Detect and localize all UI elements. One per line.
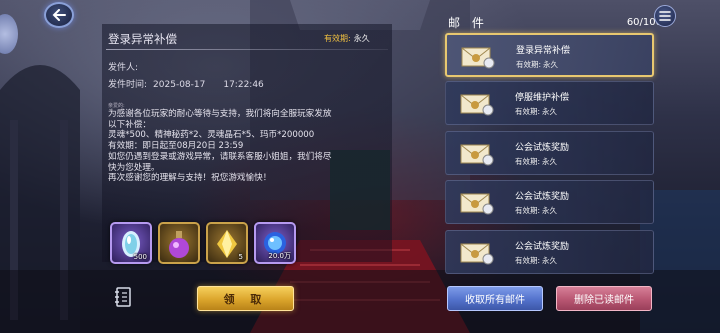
back-arrow-icon	[52, 9, 66, 21]
body-line: 如您仍遇到登录或游戏异常，请联系客服小姐姐，我们将尽	[108, 151, 332, 162]
mail-expiry: 有效期: 永久	[516, 59, 558, 70]
mail-greeting: 亲爱的:	[108, 103, 125, 109]
expiry-value: 永久	[542, 107, 558, 116]
claim-button[interactable]: 领 取	[197, 286, 294, 311]
mail-expiry: 有效期: 永久	[515, 106, 557, 117]
mail-subject: 停服维护补偿	[515, 93, 570, 103]
menu-icon	[659, 11, 671, 21]
mail-subject: 公会试炼奖励	[515, 192, 570, 202]
expiry-label: 有效期:	[516, 60, 542, 69]
reward-item-soul-crystal[interactable]: 500	[110, 222, 152, 264]
mail-list-item[interactable]: 停服维护补偿 有效期: 永久	[445, 81, 654, 125]
envelope-icon	[460, 144, 494, 166]
envelope-icon	[460, 243, 494, 265]
mail-list-item[interactable]: 公会试炼奖励 有效期: 永久	[445, 180, 654, 224]
mail-header: 邮 件 60/100	[448, 12, 662, 32]
title-divider	[106, 49, 388, 50]
expiry-label: 有效期:	[515, 206, 541, 215]
expiry-value: 永久	[543, 60, 559, 69]
expiry-label: 有效期:	[515, 107, 541, 116]
mail-subject: 公会试炼奖励	[515, 242, 570, 252]
reward-items: 500 5 20.0万	[110, 222, 296, 264]
send-date: 2025-08-17	[153, 80, 206, 90]
sender-label: 发件人:	[108, 63, 139, 73]
mail-list-item[interactable]: 公会试炼奖励 有效期: 永久	[445, 131, 654, 175]
reward-qty: 500	[133, 253, 147, 261]
mail-subject: 登录异常补偿	[516, 46, 571, 56]
soul-gem-icon	[217, 230, 237, 258]
mail-body: 为感谢各位玩家的耐心等待与支持，我们将向全服玩家发放 以下补偿： 灵魂*500、…	[108, 109, 398, 184]
mail-expiry: 有效期: 永久	[515, 205, 557, 216]
body-line: 灵魂*500、精神秘药*2、灵魂晶石*5、玛币*200000	[108, 130, 315, 141]
delete-read-mail-button[interactable]: 删除已读邮件	[556, 286, 652, 311]
mail-detail-title: 登录异常补偿	[108, 32, 177, 46]
body-line: 有效期：即日起至08月20日 23:59	[108, 141, 244, 152]
reward-item-ma-coin[interactable]: 20.0万	[254, 222, 296, 264]
reward-item-spirit-potion[interactable]	[158, 222, 200, 264]
reward-item-soul-gem[interactable]: 5	[206, 222, 248, 264]
envelope-icon	[460, 193, 494, 215]
body-line: 快为您处理。	[108, 162, 160, 173]
envelope-icon	[460, 94, 494, 116]
mail-title: 邮 件	[448, 15, 488, 30]
body-line: 为感谢各位玩家的耐心等待与支持，我们将向全服玩家发放	[108, 109, 332, 119]
claim-all-mail-button[interactable]: 收取所有邮件	[447, 286, 543, 311]
notebook-icon[interactable]	[114, 287, 132, 307]
menu-button[interactable]	[654, 5, 676, 27]
spirit-potion-icon	[169, 231, 189, 258]
mail-list-item[interactable]: 公会试炼奖励 有效期: 永久	[445, 230, 654, 274]
mail-detail-validity: 有效期: 永久	[324, 33, 370, 44]
reward-qty: 5	[238, 253, 243, 261]
expiry-label: 有效期:	[515, 256, 541, 265]
body-line: 以下补偿：	[108, 119, 151, 130]
mail-expiry: 有效期: 永久	[515, 255, 557, 266]
back-button[interactable]	[44, 2, 74, 28]
mail-list-item[interactable]: 登录异常补偿 有效期: 永久	[445, 33, 654, 77]
validity-label: 有效期:	[324, 34, 351, 43]
body-line: 再次感谢您的理解与支持！祝您游戏愉快！	[108, 173, 272, 184]
expiry-value: 永久	[542, 206, 558, 215]
mail-subject: 公会试炼奖励	[515, 143, 570, 153]
validity-value: 永久	[353, 34, 370, 43]
envelope-icon	[461, 47, 495, 69]
expiry-label: 有效期:	[515, 157, 541, 166]
reward-qty: 20.0万	[268, 252, 291, 260]
send-clock: 17:22:46	[223, 80, 264, 90]
send-time-label: 发件时间:	[108, 80, 148, 90]
send-time: 发件时间: 2025-08-17 17:22:46	[108, 77, 264, 90]
expiry-value: 永久	[542, 256, 558, 265]
mail-expiry: 有效期: 永久	[515, 156, 557, 167]
expiry-value: 永久	[542, 157, 558, 166]
